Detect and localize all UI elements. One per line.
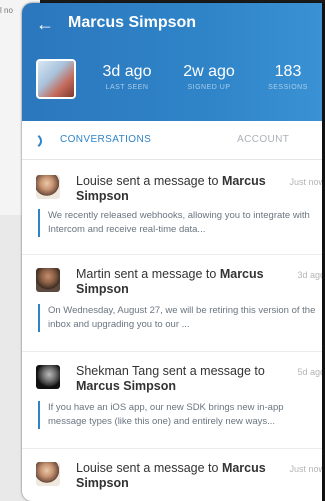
- conversation-time: 3d ago: [297, 270, 325, 280]
- divider: [22, 448, 325, 449]
- divider: [22, 351, 325, 352]
- stat-value: 3d ago: [102, 63, 152, 80]
- tab-bar: CONVERSATIONS ACCOUNT: [22, 121, 325, 160]
- background-text-fragment: l no: [0, 6, 13, 15]
- user-profile-screen: ← Marcus Simpson 3d ago LAST SEEN 2w ago…: [22, 3, 325, 501]
- back-arrow-icon[interactable]: ←: [36, 15, 54, 33]
- sender-name: Martin: [76, 267, 111, 281]
- title-connector: sent a message to: [112, 461, 222, 475]
- tab-conversations[interactable]: CONVERSATIONS: [60, 134, 151, 145]
- stat-label: LAST SEEN: [105, 84, 149, 91]
- conversation-item[interactable]: Louise sent a message to Marcus Simpson …: [22, 169, 325, 249]
- conversation-title: Martin sent a message to Marcus Simpson: [76, 267, 276, 297]
- stat-value: 2w ago: [183, 63, 235, 80]
- stat-last-seen: 3d ago LAST SEEN: [92, 63, 162, 91]
- message-preview: We recently released webhooks, allowing …: [38, 209, 320, 237]
- sender-name: Shekman Tang: [76, 364, 160, 378]
- tab-account[interactable]: ACCOUNT: [237, 134, 289, 145]
- conversation-title: Louise sent a message to Marcus Simpson: [76, 461, 276, 491]
- sender-name: Louise: [76, 461, 113, 475]
- message-preview: If you have an iOS app, our new SDK brin…: [38, 401, 320, 429]
- message-preview: On Wednesday, August 27, we will be reti…: [38, 304, 320, 332]
- active-tab-indicator: [22, 132, 42, 150]
- sender-avatar: [36, 365, 60, 389]
- user-avatar: [36, 59, 76, 99]
- title-connector: sent a message to: [112, 174, 222, 188]
- stat-sessions: 183 SESSIONS: [258, 63, 318, 91]
- conversation-title: Shekman Tang sent a message to Marcus Si…: [76, 364, 276, 394]
- sender-avatar: [36, 462, 60, 486]
- conversation-title: Louise sent a message to Marcus Simpson: [76, 174, 276, 204]
- sender-avatar: [36, 175, 60, 199]
- title-connector: sent a message to: [110, 267, 220, 281]
- sender-avatar: [36, 268, 60, 292]
- divider: [22, 254, 325, 255]
- conversation-time: Just now: [289, 464, 325, 474]
- stat-value: 183: [274, 63, 302, 80]
- stat-label: SESSIONS: [268, 84, 308, 91]
- recipient-name: Marcus Simpson: [76, 379, 177, 393]
- user-name-title: Marcus Simpson: [68, 14, 197, 31]
- profile-header: ← Marcus Simpson 3d ago LAST SEEN 2w ago…: [22, 3, 325, 121]
- stat-label: SIGNED UP: [187, 84, 231, 91]
- conversation-time: Just now: [289, 177, 325, 187]
- conversation-item[interactable]: Louise sent a message to Marcus Simpson …: [22, 456, 325, 501]
- title-connector: sent a message to: [159, 364, 265, 378]
- conversation-item[interactable]: Shekman Tang sent a message to Marcus Si…: [22, 359, 325, 439]
- conversation-item[interactable]: Martin sent a message to Marcus Simpson …: [22, 262, 325, 342]
- stat-signed-up: 2w ago SIGNED UP: [172, 63, 246, 91]
- conversation-time: 5d ago: [297, 367, 325, 377]
- sender-name: Louise: [76, 174, 113, 188]
